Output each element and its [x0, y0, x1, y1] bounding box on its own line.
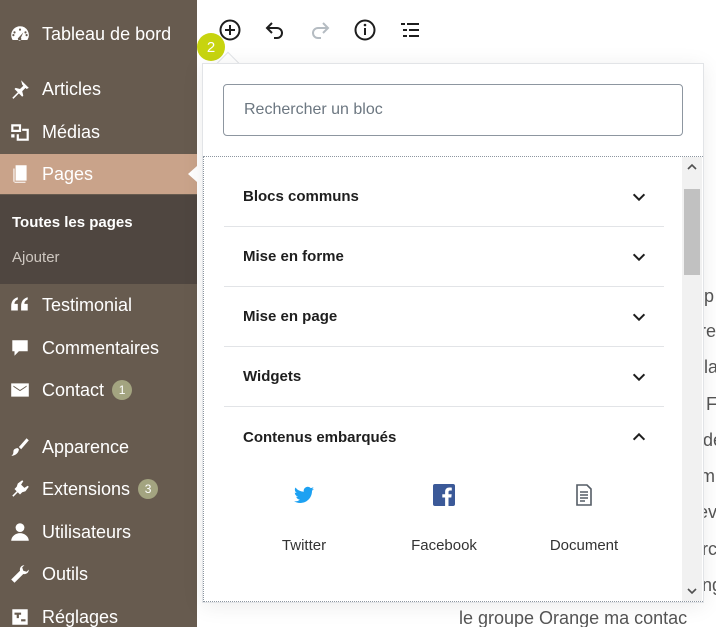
panel-mise-en-page[interactable]: Mise en page — [224, 287, 664, 347]
block-item-document[interactable]: Document — [514, 477, 654, 567]
comment-icon — [8, 336, 32, 360]
pushpin-icon — [8, 77, 32, 101]
chevron-down-icon — [630, 248, 648, 266]
wrench-icon — [8, 562, 32, 586]
sidebar-item-label: Extensions 3 — [42, 478, 159, 500]
sidebar-item-reglages[interactable]: Réglages — [0, 597, 197, 627]
sidebar-item-label: Outils — [42, 563, 89, 584]
panel-mise-en-forme[interactable]: Mise en forme — [224, 227, 664, 287]
sidebar-item-contact[interactable]: Contact 1 — [0, 370, 197, 410]
pages-icon — [8, 162, 32, 186]
content-fragment: ng — [702, 575, 716, 595]
list-view-icon — [401, 23, 419, 37]
sidebar-item-label: Réglages — [42, 606, 119, 627]
content-fragment: rc — [702, 539, 716, 559]
block-navigation-button[interactable] — [397, 17, 423, 43]
scroll-up-arrow-icon[interactable] — [682, 157, 702, 177]
sidebar-item-label: Pages — [42, 163, 94, 184]
scrollbar-thumb[interactable] — [684, 189, 700, 275]
contact-count-badge: 1 — [112, 380, 133, 400]
submenu-item-all-pages[interactable]: Toutes les pages — [12, 214, 133, 231]
admin-sidebar: Tableau de bord Articles Médias Pages To… — [0, 0, 197, 627]
panel-title: Blocs communs — [243, 188, 359, 205]
block-inserter-popover: Blocs communs Mise en forme Mise en page… — [202, 63, 704, 603]
paintbrush-icon — [8, 435, 32, 459]
sidebar-item-medias[interactable]: Médias — [0, 112, 197, 152]
settings-icon — [8, 605, 32, 627]
twitter-icon — [292, 483, 316, 507]
panel-title: Mise en forme — [243, 248, 344, 265]
redo-button[interactable] — [307, 17, 333, 43]
sidebar-item-articles[interactable]: Articles — [0, 69, 197, 109]
step-number-badge: 2 — [197, 33, 225, 61]
chevron-down-icon — [630, 308, 648, 326]
sidebar-item-label: Contact 1 — [42, 379, 133, 401]
panel-title: Mise en page — [243, 308, 338, 325]
plugin-icon — [8, 477, 32, 501]
undo-icon — [265, 22, 283, 39]
panel-title: Contenus embarqués — [243, 428, 397, 446]
panel-contenus-embarques[interactable]: Contenus embarqués — [224, 407, 664, 467]
info-button[interactable] — [352, 17, 378, 43]
sidebar-item-extensions[interactable]: Extensions 3 — [0, 469, 197, 509]
undo-button[interactable] — [262, 17, 288, 43]
block-item-twitter[interactable]: Twitter — [234, 477, 374, 567]
sidebar-item-pages[interactable]: Pages — [0, 154, 197, 194]
content-fragment: F — [706, 394, 716, 414]
chevron-down-icon — [630, 188, 648, 206]
quote-icon — [8, 293, 32, 317]
pages-submenu: Toutes les pages Ajouter — [0, 195, 197, 284]
sidebar-item-testimonial[interactable]: Testimonial — [0, 285, 197, 325]
submenu-item-add[interactable]: Ajouter — [12, 249, 60, 266]
block-search-input[interactable] — [223, 84, 683, 136]
panel-widgets[interactable]: Widgets — [224, 347, 664, 407]
chevron-down-icon — [630, 368, 648, 386]
sidebar-item-apparence[interactable]: Apparence — [0, 427, 197, 467]
redo-icon — [312, 22, 330, 39]
sidebar-item-dashboard[interactable]: Tableau de bord — [0, 14, 197, 54]
sidebar-item-utilisateurs[interactable]: Utilisateurs — [0, 512, 197, 552]
sidebar-item-commentaires[interactable]: Commentaires — [0, 328, 197, 368]
content-fragment: p — [704, 286, 715, 306]
content-fragment: de — [703, 430, 716, 450]
document-icon — [572, 483, 596, 507]
block-item-label: Facebook — [411, 537, 477, 554]
sidebar-item-label: Testimonial — [42, 294, 133, 315]
block-list: Blocs communs Mise en forme Mise en page… — [203, 156, 703, 602]
sidebar-item-label: Tableau de bord — [42, 23, 172, 44]
facebook-icon — [432, 483, 456, 507]
mail-icon — [8, 378, 32, 402]
sidebar-item-outils[interactable]: Outils — [0, 554, 197, 594]
chevron-up-icon — [630, 428, 648, 446]
media-icon — [8, 120, 32, 144]
scroll-down-arrow-icon[interactable] — [682, 581, 702, 601]
content-fragment: la — [704, 357, 716, 377]
sidebar-item-label: Utilisateurs — [42, 521, 132, 542]
content-bottom-line: le groupe Orange ma contac — [459, 608, 688, 627]
sidebar-item-text: Extensions — [42, 478, 131, 499]
dashboard-icon — [8, 22, 32, 46]
user-icon — [8, 520, 32, 544]
info-icon — [354, 19, 376, 41]
sidebar-item-label: Apparence — [42, 436, 130, 457]
sidebar-item-text: Contact — [42, 379, 105, 400]
block-item-label: Document — [549, 537, 619, 554]
block-item-facebook[interactable]: Facebook — [374, 477, 514, 567]
block-item-label: Twitter — [281, 537, 327, 554]
sidebar-item-label: Commentaires — [42, 337, 160, 358]
block-list-scrollbar[interactable] — [682, 157, 702, 601]
sidebar-item-label: Articles — [42, 78, 102, 99]
sidebar-item-label: Médias — [42, 121, 101, 142]
panel-title: Widgets — [243, 368, 302, 385]
extensions-update-badge: 3 — [138, 479, 159, 499]
panel-blocs-communs[interactable]: Blocs communs — [224, 167, 664, 227]
